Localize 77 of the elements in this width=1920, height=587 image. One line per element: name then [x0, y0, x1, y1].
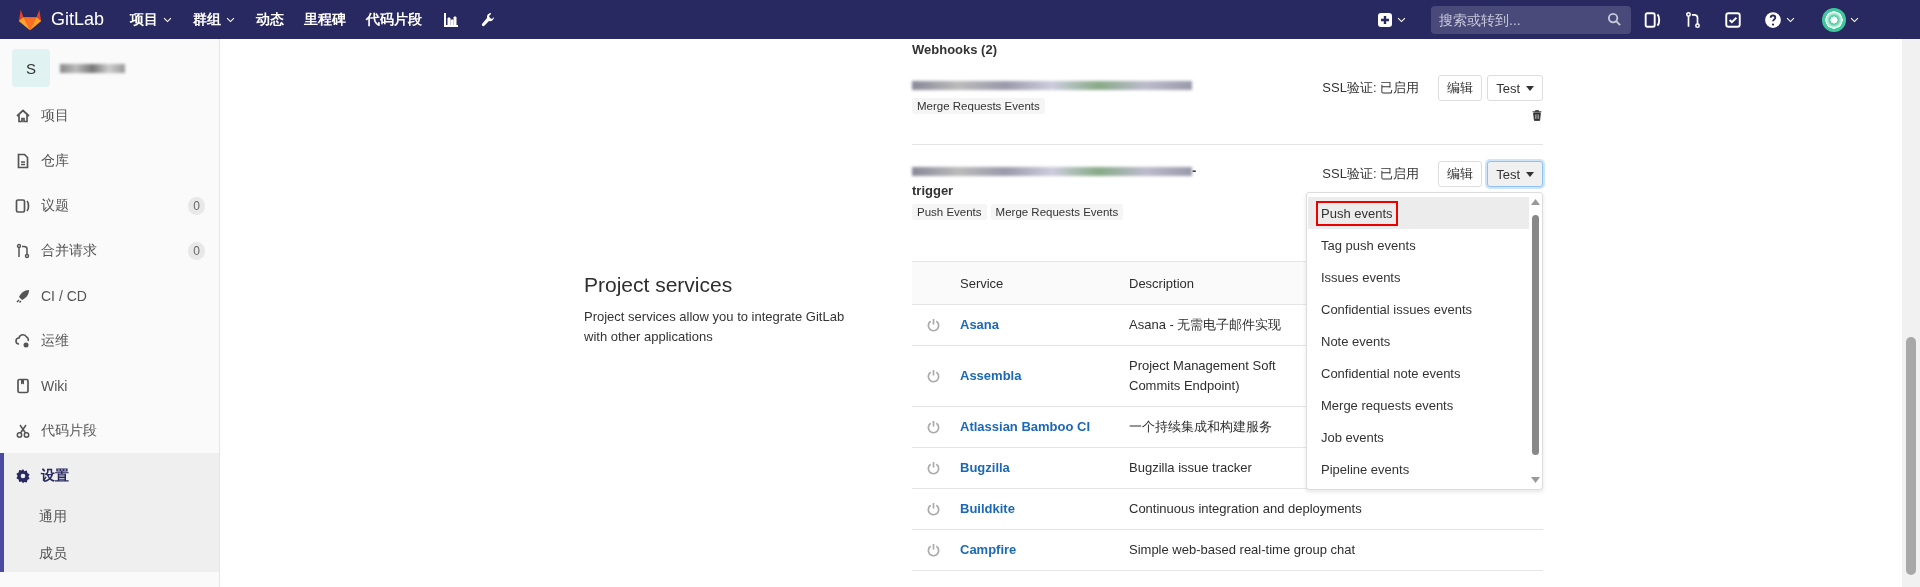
menu-item[interactable]: Pipeline events — [1308, 453, 1529, 485]
service-link[interactable]: Atlassian Bamboo CI — [960, 419, 1091, 434]
service-description: Bugzilla issue tracker — [1129, 460, 1252, 475]
merge-request-icon[interactable] — [1684, 10, 1702, 29]
menu-item[interactable]: Tag push events — [1308, 229, 1529, 261]
service-description: Asana - 无需电子邮件实现 — [1129, 317, 1282, 332]
service-description: Project Management Soft Commits Endpoint) — [1129, 358, 1276, 393]
bar-chart-icon[interactable] — [442, 11, 461, 28]
count-badge: 0 — [188, 241, 205, 260]
menu-item[interactable]: Job events — [1308, 421, 1529, 453]
help-icon — [1764, 10, 1782, 29]
wrench-icon[interactable] — [480, 10, 497, 29]
sidebar-item[interactable]: 项目 — [0, 93, 219, 138]
menu-item[interactable]: Confidential note events — [1308, 357, 1529, 389]
nav-menu-item[interactable]: 动态 — [256, 10, 285, 29]
service-link[interactable]: Buildkite — [960, 501, 1015, 516]
search-field[interactable]: 搜索或转到... — [1431, 5, 1631, 34]
merge-request-icon — [15, 242, 31, 259]
scissors-icon — [15, 422, 31, 439]
house-icon — [15, 107, 31, 124]
count-badge: 0 — [188, 196, 205, 215]
sidebar-subitem[interactable]: 通用 — [4, 498, 219, 535]
trash-icon[interactable] — [1531, 109, 1543, 122]
test-button[interactable]: Test — [1487, 75, 1543, 101]
service-link[interactable]: Campfire — [960, 542, 1017, 557]
edit-button[interactable]: 编辑 — [1438, 75, 1483, 101]
url-text: - — [1192, 163, 1197, 178]
nav-menu-item[interactable]: 群组 — [193, 10, 237, 29]
service-link[interactable]: Assembla — [960, 368, 1022, 383]
section-description: Project services allow you to integrate GitLab with other applications — [584, 308, 846, 346]
menu-item[interactable]: Issues events — [1308, 261, 1529, 293]
event-tag: Merge Requests Events — [990, 204, 1124, 220]
project-avatar[interactable]: S — [12, 49, 50, 87]
scroll-up-icon[interactable] — [1531, 199, 1540, 205]
ssl-status: SSL验证: 已启用 — [1322, 165, 1420, 183]
document-icon — [15, 152, 31, 169]
sidebar-item[interactable]: Wiki — [0, 363, 219, 408]
menu-item[interactable]: Push events — [1308, 197, 1529, 229]
event-tag: Merge Requests Events — [912, 98, 1045, 114]
rocket-icon — [15, 287, 31, 304]
scroll-down-icon[interactable] — [1531, 477, 1540, 483]
nav-menu-item[interactable]: 项目 — [130, 10, 174, 29]
url-text: trigger — [912, 182, 955, 200]
redacted-project-name — [60, 63, 125, 73]
sidebar-subitem[interactable]: 成员 — [4, 535, 219, 572]
nav-menu-item[interactable]: 代码片段 — [366, 10, 423, 29]
sidebar-item[interactable]: CI / CD — [0, 273, 219, 318]
issues-icon — [15, 197, 31, 214]
checkbox-todo-icon[interactable] — [1724, 10, 1742, 29]
cloud-gear-icon — [15, 332, 31, 349]
sidebar-item[interactable]: 代码片段 — [0, 408, 219, 453]
edit-button[interactable]: 编辑 — [1438, 161, 1483, 187]
plus-square-icon — [1377, 11, 1393, 28]
event-tag: Push Events — [912, 204, 987, 220]
sidebar-item[interactable]: 设置 — [4, 453, 219, 498]
service-link[interactable]: Bugzilla — [960, 460, 1010, 475]
service-description: 一个持续集成和构建服务 — [1129, 419, 1272, 434]
column-header: Service — [960, 261, 1129, 305]
sidebar-item[interactable]: 议题 0 — [0, 183, 219, 228]
sidebar-item[interactable]: 合并请求 0 — [0, 228, 219, 273]
settings-icon — [15, 467, 31, 484]
section-title: Project services — [584, 273, 733, 297]
book-icon — [15, 377, 31, 394]
page-scrollbar[interactable] — [1902, 39, 1920, 587]
scrollbar-thumb[interactable] — [1532, 215, 1539, 455]
menu-item[interactable]: Note events — [1308, 325, 1529, 357]
service-description: Continuous integration and deployments — [1129, 501, 1362, 516]
ssl-status: SSL验证: 已启用 — [1322, 79, 1420, 97]
brand-name[interactable]: GitLab — [51, 9, 105, 30]
section-heading: Webhooks (2) — [912, 42, 998, 57]
menu-item[interactable]: Merge requests events — [1308, 389, 1529, 421]
issues-icon[interactable] — [1644, 10, 1662, 29]
sidebar-item[interactable]: 运维 — [0, 318, 219, 363]
nav-menu-item[interactable]: 里程碑 — [304, 10, 347, 29]
service-description: Simple web-based real-time group chat — [1129, 542, 1356, 557]
sidebar-item[interactable]: 仓库 — [0, 138, 219, 183]
service-link[interactable]: Asana — [960, 317, 1000, 332]
